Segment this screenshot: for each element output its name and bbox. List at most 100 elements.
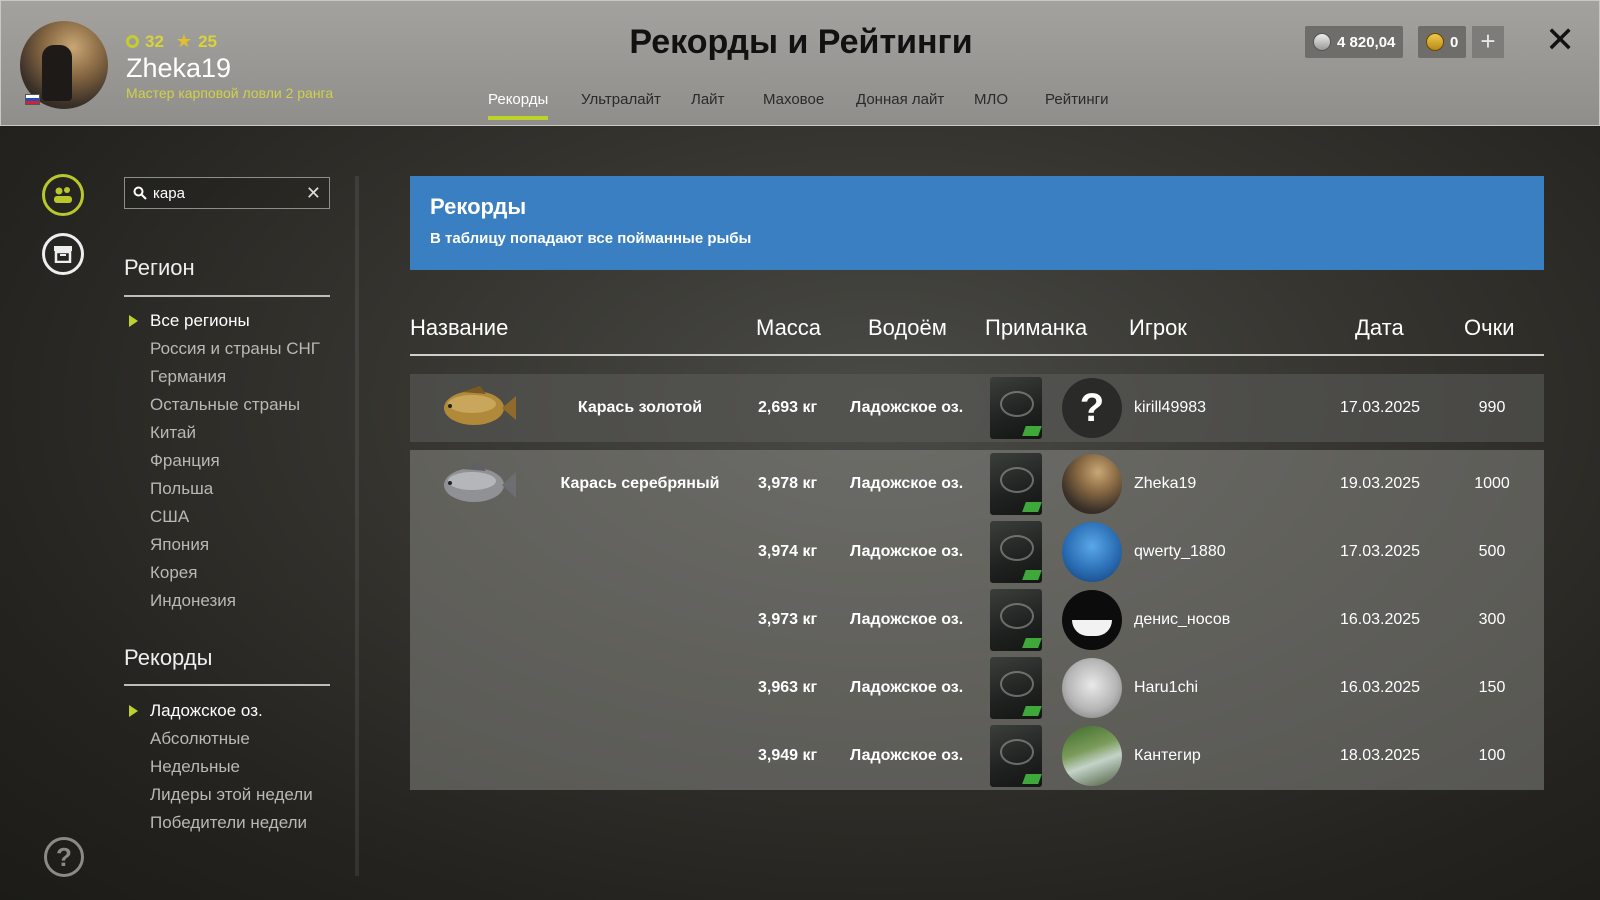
gold-balance: 0 — [1418, 26, 1467, 58]
player-name[interactable]: kirill49983 — [1134, 399, 1206, 417]
player-name[interactable]: qwerty_1880 — [1134, 543, 1226, 561]
region-item-poland[interactable]: Польша — [124, 475, 320, 503]
catch-date: 17.03.2025 — [1339, 543, 1421, 560]
fish-mass: 3,949 кг — [758, 747, 818, 764]
water-name: Ладожское оз. — [850, 679, 964, 696]
records-title: Рекорды — [124, 645, 213, 670]
points: 990 — [1478, 399, 1506, 416]
points: 1000 — [1474, 475, 1510, 492]
search-field[interactable]: ✕ — [124, 177, 330, 209]
fish-mass: 3,974 кг — [758, 543, 818, 560]
water-name: Ладожское оз. — [850, 611, 964, 628]
tab-bar: Рекорды Ультралайт Лайт Маховое Донная л… — [1, 91, 1600, 127]
silver-balance: 4 820,04 — [1305, 26, 1404, 58]
silver-coin-icon — [1313, 33, 1331, 51]
records-rule — [124, 684, 330, 686]
region-item-japan[interactable]: Япония — [124, 531, 320, 559]
region-item-indonesia[interactable]: Индонезия — [124, 587, 320, 615]
bait-icon — [990, 657, 1042, 719]
catch-date: 18.03.2025 — [1339, 747, 1421, 764]
column-bait[interactable]: Приманка — [985, 315, 1087, 341]
column-player[interactable]: Игрок — [1129, 315, 1187, 341]
region-item-all[interactable]: Все регионы — [124, 307, 320, 335]
catch-date: 17.03.2025 — [1339, 399, 1421, 416]
records-item-ladoga[interactable]: Ладожское оз. — [124, 697, 313, 725]
banner-title: Рекорды — [430, 194, 527, 219]
community-icon[interactable] — [42, 174, 84, 216]
region-item-other[interactable]: Остальные страны — [124, 391, 320, 419]
tab-ultralight[interactable]: Ультралайт — [581, 91, 661, 116]
unknown-player-avatar[interactable]: ? — [1062, 378, 1122, 438]
golden-carp-icon — [444, 386, 516, 425]
records-item-week-leaders[interactable]: Лидеры этой недели — [124, 781, 313, 809]
column-mass[interactable]: Масса — [756, 315, 821, 341]
player-name[interactable]: Haru1chi — [1134, 679, 1198, 697]
player-name[interactable]: Zheka19 — [1134, 475, 1196, 493]
fish-mass: 3,973 кг — [758, 611, 818, 628]
bait-icon — [990, 377, 1042, 439]
catch-date: 16.03.2025 — [1339, 611, 1421, 628]
column-points[interactable]: Очки — [1464, 315, 1515, 341]
water-name: Ладожское оз. — [850, 543, 964, 560]
gold-amount: 0 — [1450, 33, 1459, 51]
water-name: Ладожское оз. — [850, 747, 964, 764]
region-item-usa[interactable]: США — [124, 503, 320, 531]
water-name: Ладожское оз. — [850, 475, 964, 492]
player-avatar[interactable] — [1062, 454, 1122, 514]
records-item-weekly[interactable]: Недельные — [124, 753, 313, 781]
sidebar-divider — [355, 176, 359, 876]
region-item-france[interactable]: Франция — [124, 447, 320, 475]
player-avatar[interactable] — [1062, 726, 1122, 786]
tab-ratings[interactable]: Рейтинги — [1045, 91, 1108, 116]
fish-mass: 3,963 кг — [758, 679, 818, 696]
archive-icon[interactable] — [42, 233, 84, 275]
close-icon[interactable]: ✕ — [1545, 19, 1575, 61]
catch-date: 19.03.2025 — [1339, 475, 1421, 492]
records-list: Ладожское оз. Абсолютные Недельные Лидер… — [124, 697, 313, 837]
table-header-rule — [410, 354, 1544, 356]
fish-mass: 2,693 кг — [758, 399, 818, 416]
add-currency-button[interactable]: + — [1472, 26, 1504, 58]
fish-name: Карась золотой — [577, 399, 703, 416]
player-avatar[interactable] — [1062, 658, 1122, 718]
region-title: Регион — [124, 255, 195, 280]
points: 500 — [1478, 543, 1506, 560]
points: 300 — [1478, 611, 1506, 628]
tab-bottom-light[interactable]: Донная лайт — [856, 91, 944, 116]
silver-carp-icon — [444, 462, 516, 502]
help-icon[interactable]: ? — [44, 837, 84, 877]
search-icon — [133, 186, 147, 200]
bait-icon — [990, 725, 1042, 787]
bait-icon — [990, 521, 1042, 583]
column-water[interactable]: Водоём — [868, 315, 947, 341]
banner-subtitle: В таблицу попадают все пойманные рыбы — [430, 230, 752, 247]
player-avatar[interactable] — [1062, 522, 1122, 582]
fish-name: Карась серебряный — [560, 475, 720, 492]
region-rule — [124, 295, 330, 297]
search-input[interactable] — [153, 184, 293, 202]
points: 150 — [1478, 679, 1506, 696]
region-item-korea[interactable]: Корея — [124, 559, 320, 587]
column-name[interactable]: Название — [410, 315, 508, 341]
points: 100 — [1478, 747, 1506, 764]
tab-light[interactable]: Лайт — [691, 91, 724, 116]
fish-mass: 3,978 кг — [758, 475, 818, 492]
records-item-week-winners[interactable]: Победители недели — [124, 809, 313, 837]
tab-mlo[interactable]: МЛО — [974, 91, 1008, 116]
records-item-absolute[interactable]: Абсолютные — [124, 725, 313, 753]
player-name[interactable]: Кантегир — [1134, 747, 1201, 765]
player-avatar[interactable] — [1062, 590, 1122, 650]
tab-float[interactable]: Маховое — [763, 91, 824, 116]
column-date[interactable]: Дата — [1355, 315, 1404, 341]
tab-records[interactable]: Рекорды — [488, 91, 549, 120]
player-name[interactable]: денис_носов — [1134, 611, 1230, 629]
region-list: Все регионы Россия и страны СНГ Германия… — [124, 307, 320, 615]
clear-search-icon[interactable]: ✕ — [306, 183, 321, 204]
region-item-russia[interactable]: Россия и страны СНГ — [124, 335, 320, 363]
gold-coin-icon — [1426, 33, 1444, 51]
region-item-germany[interactable]: Германия — [124, 363, 320, 391]
catch-date: 16.03.2025 — [1339, 679, 1421, 696]
silver-amount: 4 820,04 — [1337, 33, 1396, 51]
region-item-china[interactable]: Китай — [124, 419, 320, 447]
top-header: 32 ★ 25 Zheka19 Мастер карповой ловли 2 … — [0, 0, 1600, 126]
